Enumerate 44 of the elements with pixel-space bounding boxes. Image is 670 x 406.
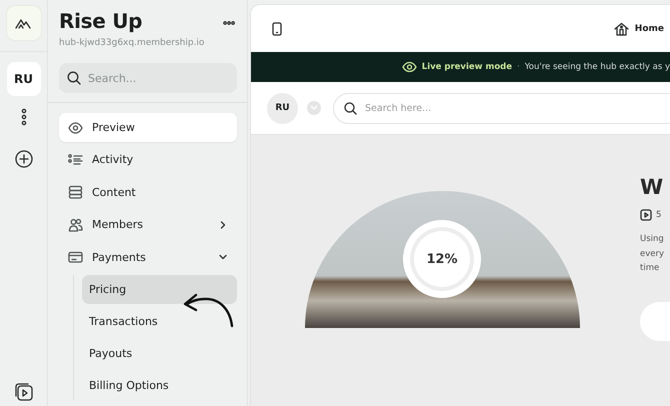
card-icon [68, 250, 83, 264]
nav-item[interactable]: Activity [59, 145, 237, 174]
hub-title: Rise Up [59, 9, 144, 33]
video-icon [640, 209, 652, 221]
nav-item[interactable]: Content [59, 178, 237, 207]
more-vertical-icon [20, 108, 28, 126]
description-line: time [640, 262, 660, 275]
separator-dot: · [517, 62, 520, 72]
nav-item[interactable]: Payments [59, 242, 237, 272]
progress-percent: 12% [426, 252, 458, 266]
hub-url: hub-kjwd33g6xq.membership.io [59, 38, 204, 48]
people-icon [68, 218, 83, 232]
eye-icon [402, 61, 417, 73]
search-icon [67, 71, 81, 85]
lesson-count: 5 [656, 210, 662, 220]
nav-subitem[interactable]: Pricing [82, 274, 237, 304]
hub-avatar[interactable]: RU [6, 62, 40, 96]
description-line: every [640, 248, 666, 260]
nav-item[interactable]: Members [59, 210, 237, 240]
mountain-logo-icon [14, 17, 32, 29]
nav-item[interactable]: Preview [59, 113, 237, 142]
search-field[interactable]: Search... [59, 63, 237, 93]
nav-subitem[interactable]: Billing Options [82, 370, 237, 400]
mobile-view-button[interactable] [270, 20, 284, 38]
chevron-icon [310, 105, 318, 111]
search-field[interactable]: Search here... [333, 92, 670, 124]
list-icon [68, 152, 83, 167]
nav-subitem[interactable]: Payouts [82, 338, 237, 368]
add-icon [14, 150, 32, 168]
more-horizontal-icon [223, 21, 235, 25]
eye-icon [68, 120, 83, 134]
video-library-icon [14, 382, 34, 402]
logo-tile[interactable] [6, 6, 40, 40]
phone-icon [272, 22, 282, 36]
home-icon [614, 22, 629, 36]
search-icon [344, 102, 357, 114]
preview-mode-label: Live preview mode [422, 62, 512, 72]
preview-message: You're seeing the hub exactly as y [524, 62, 670, 72]
home-link[interactable]: Home [614, 22, 670, 36]
stack-icon [68, 185, 83, 200]
user-avatar[interactable]: RU [267, 92, 298, 124]
description-line: Using [640, 233, 665, 246]
nav-subitem[interactable]: Transactions [82, 306, 237, 336]
course-title: W [640, 175, 664, 199]
